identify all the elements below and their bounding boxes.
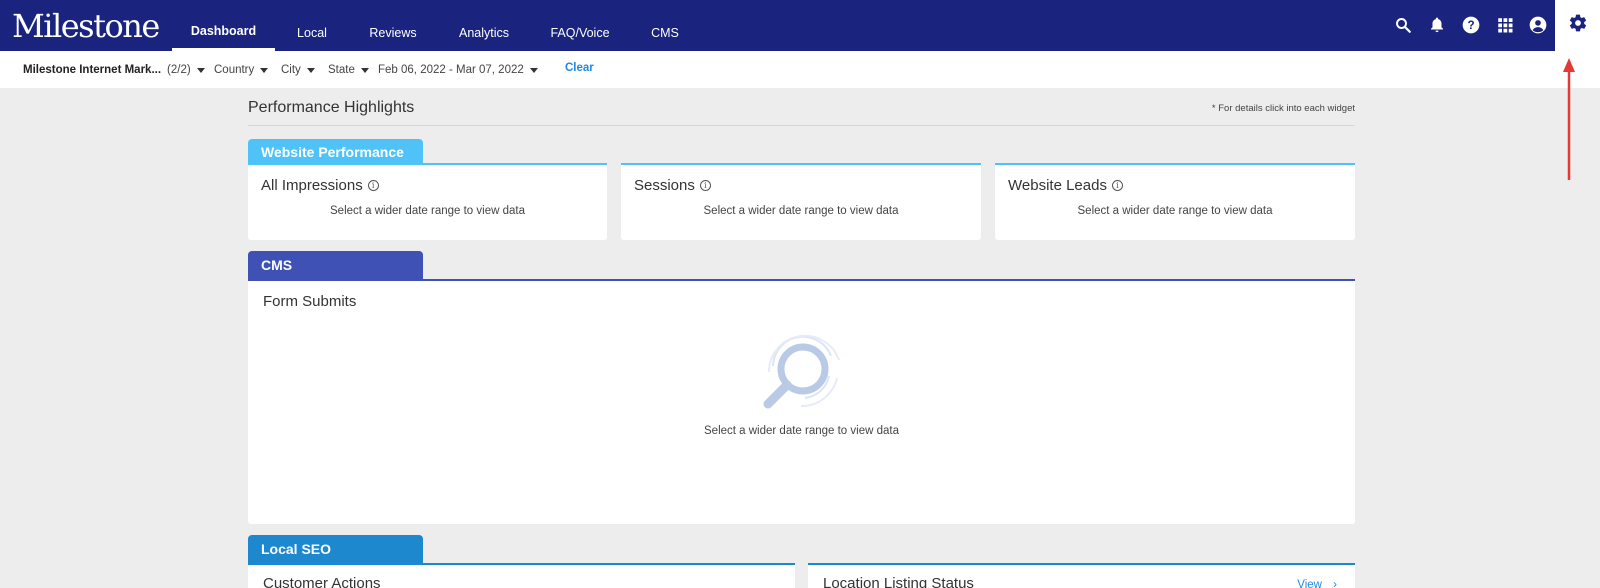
card-title: Customer Actions — [263, 575, 381, 588]
state-label: State — [328, 64, 355, 76]
location-listing-status-card[interactable]: Location Listing Status View › — [808, 563, 1355, 588]
tab-reviews[interactable]: Reviews — [365, 0, 421, 51]
cms-tab: CMS — [248, 251, 423, 279]
gear-icon — [1568, 13, 1588, 38]
top-navbar: Milestone Dashboard Local Reviews Analyt… — [0, 0, 1600, 51]
details-hint: * For details click into each widget — [1211, 103, 1355, 114]
help-icon[interactable]: ? — [1460, 14, 1482, 36]
chevron-right-icon: › — [1333, 579, 1337, 588]
account-icon[interactable] — [1527, 14, 1549, 36]
divider — [248, 125, 1355, 126]
tab-analytics[interactable]: Analytics — [452, 0, 516, 51]
card-title-text: All Impressions — [261, 177, 363, 194]
sessions-card[interactable]: Sessions i Select a wider date range to … — [621, 163, 981, 240]
search-empty-icon — [753, 326, 849, 416]
state-filter[interactable]: State — [328, 62, 369, 78]
chevron-down-icon — [306, 67, 315, 73]
account-count: (2/2) — [167, 64, 191, 76]
page-title: Performance Highlights — [248, 99, 415, 116]
tab-dashboard[interactable]: Dashboard — [172, 0, 275, 51]
bell-icon[interactable] — [1426, 14, 1448, 36]
customer-actions-card[interactable]: Customer Actions — [248, 563, 795, 588]
apps-icon[interactable] — [1494, 14, 1516, 36]
info-icon[interactable]: i — [367, 180, 379, 191]
chevron-down-icon — [529, 67, 538, 73]
view-link-label: View — [1297, 579, 1322, 588]
date-range-filter[interactable]: Feb 06, 2022 - Mar 07, 2022 — [378, 62, 538, 78]
country-filter[interactable]: Country — [214, 62, 269, 78]
view-link[interactable]: View › — [1297, 579, 1337, 588]
account-filter[interactable]: Milestone Internet Mark... (2/2) — [23, 62, 205, 78]
website-leads-card[interactable]: Website Leads i Select a wider date rang… — [995, 163, 1355, 240]
empty-message: Select a wider date range to view data — [703, 205, 899, 217]
card-title: Form Submits — [263, 293, 357, 310]
tab-cms[interactable]: CMS — [646, 0, 684, 51]
country-label: Country — [214, 64, 255, 76]
tab-faq-voice[interactable]: FAQ/Voice — [547, 0, 613, 51]
milestone-logo[interactable]: Milestone — [12, 6, 160, 46]
card-title: Sessions i — [634, 177, 711, 194]
empty-message: Select a wider date range to view data — [330, 205, 525, 217]
tab-local[interactable]: Local — [288, 0, 336, 51]
card-title-text: Sessions — [634, 177, 695, 194]
card-title: Website Leads i — [1008, 177, 1123, 194]
annotation-arrow — [1563, 58, 1575, 180]
svg-text:?: ? — [1467, 19, 1474, 32]
all-impressions-card[interactable]: All Impressions i Select a wider date ra… — [248, 163, 607, 240]
chevron-down-icon — [196, 67, 205, 73]
card-title: All Impressions i — [261, 177, 379, 194]
city-label: City — [281, 64, 301, 76]
chevron-down-icon — [260, 67, 269, 73]
empty-message: Select a wider date range to view data — [704, 425, 899, 437]
city-filter[interactable]: City — [281, 62, 315, 78]
search-icon[interactable] — [1392, 14, 1414, 36]
clear-filters-link[interactable]: Clear — [565, 62, 594, 74]
card-title-text: Website Leads — [1008, 177, 1107, 194]
form-submits-card[interactable]: Form Submits Select a wider date range t… — [248, 279, 1355, 524]
date-range-label: Feb 06, 2022 - Mar 07, 2022 — [378, 64, 524, 76]
empty-message: Select a wider date range to view data — [1077, 205, 1273, 217]
settings-button[interactable] — [1555, 0, 1600, 51]
local-seo-tab: Local SEO — [248, 535, 423, 563]
card-title: Location Listing Status — [823, 575, 974, 588]
chevron-down-icon — [360, 67, 369, 73]
info-icon[interactable]: i — [1111, 180, 1123, 191]
website-performance-tab: Website Performance — [248, 139, 423, 165]
filter-bar: Milestone Internet Mark... (2/2) Country… — [0, 51, 1600, 88]
account-name: Milestone Internet Mark... — [23, 64, 162, 76]
info-icon[interactable]: i — [699, 180, 711, 191]
